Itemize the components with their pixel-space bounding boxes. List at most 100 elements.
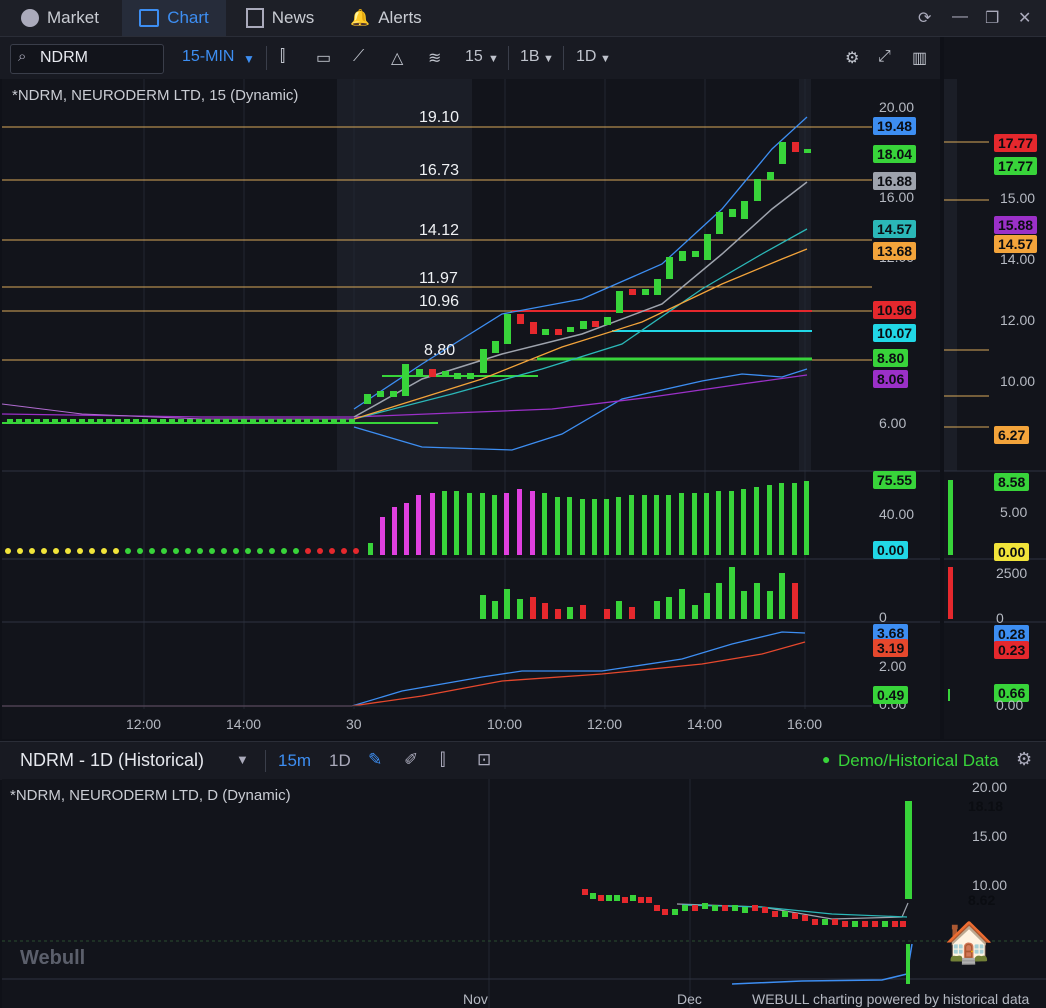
bottom-toolbar: NDRM - 1D (Historical) ▼ 15m 1D ✎ ✐ ⫿ ⊡ … <box>0 741 1046 780</box>
candle <box>7 419 13 423</box>
osc-bar <box>555 497 560 555</box>
chevron-down-icon: ▼ <box>243 52 255 66</box>
news-icon <box>245 8 264 28</box>
daily-candle <box>792 913 798 919</box>
candle <box>304 419 310 423</box>
candle <box>666 257 673 279</box>
volume-bar <box>666 597 672 619</box>
candle <box>331 419 337 423</box>
candle <box>268 419 274 423</box>
osc-dot <box>29 548 35 554</box>
price-level-label: 10.96 <box>419 293 460 310</box>
daily-candle <box>722 905 728 911</box>
osc-dot <box>281 548 287 554</box>
candle <box>106 419 112 423</box>
period-dropdown[interactable]: 15 <box>465 48 483 66</box>
symbol-text: NDRM <box>40 49 88 66</box>
time-label: 30 <box>346 716 362 732</box>
tab-market[interactable]: Market <box>0 0 120 36</box>
tab-news[interactable]: News <box>230 0 330 36</box>
indicator-icon[interactable]: ⊡ <box>477 750 491 770</box>
price-tag: 3.19 <box>873 639 909 657</box>
chevron-down-icon: ▼ <box>600 53 611 65</box>
osc-bar <box>692 493 697 555</box>
rectangle-icon[interactable]: ▭ <box>316 48 331 68</box>
candle <box>530 322 537 334</box>
gear-icon[interactable]: ⚙ <box>845 48 859 68</box>
interval-dropdown[interactable]: 15-MIN <box>182 48 234 66</box>
osc-bar <box>517 489 522 555</box>
daily-candle <box>630 895 636 901</box>
candle <box>313 419 319 423</box>
candle <box>492 341 499 353</box>
candle <box>542 329 549 335</box>
time-label: 14:00 <box>687 716 723 732</box>
candlestick-icon[interactable]: ⫿ <box>440 750 445 770</box>
candle <box>642 289 649 295</box>
gear-icon[interactable]: ⚙ <box>1016 749 1032 770</box>
bar-count-dropdown[interactable]: 1B <box>520 48 540 66</box>
fib-icon[interactable]: ≋ <box>428 48 441 68</box>
osc-dot <box>209 548 215 554</box>
secondary-chart[interactable]: 17.77 17.77 15.88 14.57 6.27 8.58 0.00 0.28 0.23… <box>944 37 1046 739</box>
volume-bar <box>542 603 548 619</box>
osc-bar <box>442 491 447 555</box>
line-tool-icon[interactable]: ⟋ <box>353 48 364 66</box>
volume-bar <box>616 601 622 619</box>
daily-candle <box>742 907 748 913</box>
osc-bar <box>616 497 621 555</box>
candle <box>480 349 487 373</box>
osc-bar <box>530 491 535 555</box>
interval-1d-button[interactable]: 1D <box>329 751 351 771</box>
pen-icon[interactable]: ✐ <box>404 750 418 770</box>
sync-icon[interactable]: ⟳ <box>918 8 931 28</box>
y-axis-label: 12.00 <box>1000 312 1036 328</box>
toolbar-divider <box>508 46 509 70</box>
volume-bar <box>779 573 785 619</box>
osc-dot <box>245 548 251 554</box>
candle <box>567 327 574 332</box>
price-tag: 10.07 <box>873 324 917 342</box>
y-axis-label: 5.00 <box>1000 504 1028 520</box>
daily-candle <box>802 915 808 921</box>
volume-bar <box>517 599 523 619</box>
interval-15m-button[interactable]: 15m <box>278 751 311 771</box>
candle <box>767 172 774 180</box>
volume-bar <box>767 591 773 619</box>
osc-bar <box>368 543 373 555</box>
footer-text: WEBULL charting powered by historical da… <box>752 991 1030 1007</box>
candlestick-icon[interactable]: ⫿ <box>280 48 285 66</box>
main-chart[interactable]: *NDRM, NEURODERM LTD, 15 (Dynamic) 19.10… <box>2 79 940 739</box>
candle <box>517 314 524 324</box>
restore-icon[interactable]: ❐ <box>985 8 999 28</box>
daily-chart-title: *NDRM, NEURODERM LTD, D (Dynamic) <box>10 787 291 804</box>
status-dot-icon: ● <box>822 751 831 767</box>
time-label: 10:00 <box>487 716 523 732</box>
candle <box>295 419 301 423</box>
daily-candle <box>842 921 848 927</box>
time-label: 12:00 <box>126 716 162 732</box>
close-icon[interactable]: ✕ <box>1018 8 1031 28</box>
candle <box>52 419 58 423</box>
minimize-icon[interactable]: — <box>952 8 968 26</box>
tab-alerts[interactable]: 🔔 Alerts <box>336 0 436 36</box>
price-tag: 8.62 <box>968 892 996 908</box>
candle <box>390 391 397 397</box>
osc-bar <box>666 495 671 555</box>
daily-chart[interactable]: *NDRM, NEURODERM LTD, D (Dynamic) 20.00 … <box>2 779 1046 1008</box>
triangle-icon[interactable]: △ <box>391 48 403 68</box>
candle <box>402 364 409 396</box>
candle <box>70 419 76 423</box>
draw-line-icon[interactable]: ✎ <box>368 750 382 770</box>
range-dropdown[interactable]: 1D <box>576 48 596 66</box>
fullscreen-icon[interactable]: ⤢ <box>878 48 891 66</box>
layout-icon[interactable]: ▥ <box>912 48 927 68</box>
candle <box>214 419 220 423</box>
price-tag: 15.88 <box>994 216 1038 234</box>
osc-dot <box>41 548 47 554</box>
daily-candle <box>762 907 768 913</box>
osc-bar <box>404 503 409 555</box>
candle <box>504 314 511 344</box>
tab-chart[interactable]: Chart <box>122 0 226 36</box>
chevron-down-icon[interactable]: ▼ <box>236 752 249 767</box>
